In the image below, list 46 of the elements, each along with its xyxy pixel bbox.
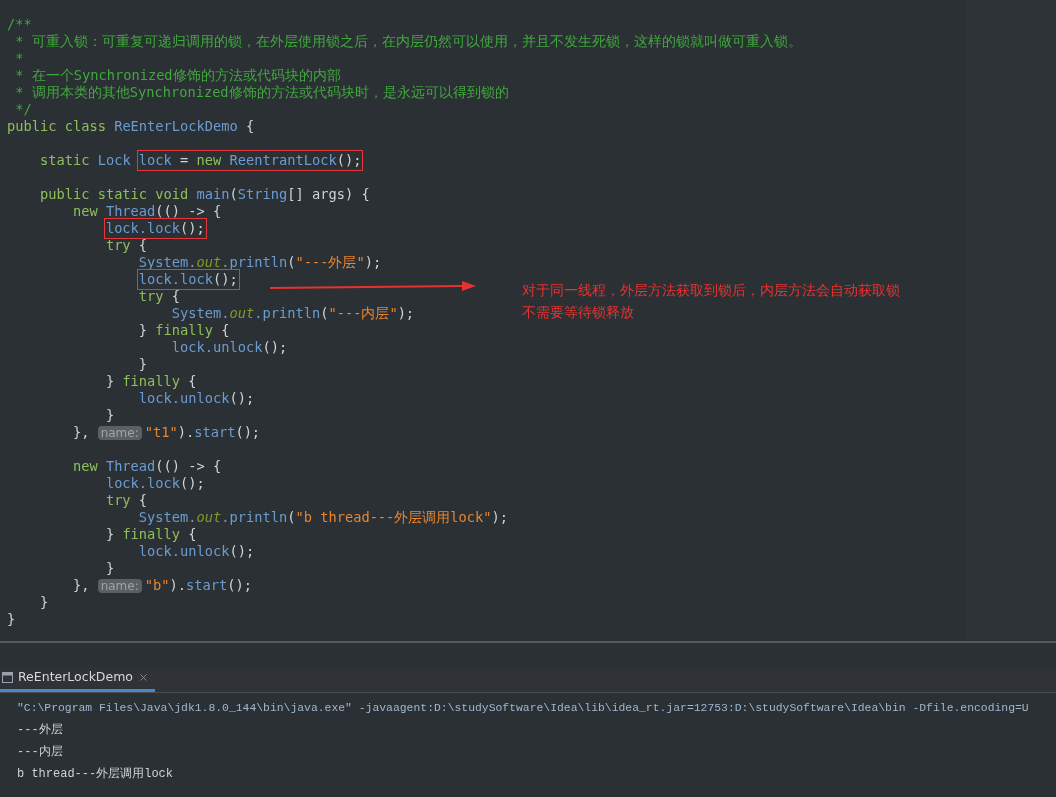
code-text: } finally { — [104, 373, 197, 390]
code-text: } finally { — [104, 526, 197, 543]
code-text: lock.unlock(); — [137, 390, 255, 407]
parameter-hint: name: — [97, 425, 142, 440]
console-line: b thread---外层调用lock — [17, 766, 175, 783]
console-icon — [2, 672, 13, 683]
code-text: } — [38, 594, 49, 611]
console-line: ---外层 — [17, 722, 64, 739]
highlight-box: lock = new ReentrantLock(); — [136, 150, 364, 171]
code-text: static Lock — [38, 152, 132, 169]
code-text: } — [7, 611, 16, 628]
code-text: try { — [104, 237, 148, 254]
code-text: lock.unlock(); — [170, 339, 288, 356]
code-text: }, — [71, 577, 91, 594]
code-text: try { — [137, 288, 181, 305]
code-text: System.out.println("---外层"); — [137, 254, 382, 271]
code-text: } — [104, 560, 115, 577]
code-text: System.out.println("b thread---外层调用lock"); — [137, 509, 509, 526]
code-text: * — [14, 50, 24, 67]
code-text: } finally { — [137, 322, 230, 339]
code-text: * 调用本类的其他Synchronized修饰的方法或代码块时，是永远可以得到锁的 — [14, 84, 509, 101]
code-text: lock.unlock(); — [137, 543, 255, 560]
highlight-box: lock.lock(); — [136, 269, 240, 290]
code-text: System.out.println("---内层"); — [170, 305, 415, 322]
console-line: "C:\Program Files\Java\jdk1.8.0_144\bin\java.exe" -javaagent:D:\studySoftware\Idea\lib\idea_rt.jar=12753:D:\studySoftware\Idea\bin -Dfile.encoding=U — [17, 701, 1030, 716]
annotation-text: 不需要等待锁释放 — [522, 303, 635, 322]
code-text: * 可重入锁：可重复可递归调用的锁，在外层使用锁之后，在内层仍然可以使用，并且不发生死锁，这样的锁就叫做可重入锁。 — [14, 33, 802, 50]
code-text: new Thread(() -> { — [71, 458, 222, 475]
code-text: */ — [14, 101, 32, 118]
close-icon[interactable] — [138, 672, 149, 683]
code-text: /** — [7, 16, 32, 33]
code-text: } — [137, 356, 148, 373]
annotation-text: 对于同一线程，外层方法获取到锁后，内层方法会自动获取锁 — [522, 281, 900, 300]
code-text: "b").start(); — [144, 577, 252, 594]
console-line: ---内层 — [17, 744, 64, 761]
code-text: }, — [71, 424, 91, 441]
code-text: "t1").start(); — [144, 424, 261, 441]
code-text: new Thread(() -> { — [71, 203, 222, 220]
code-text: try { — [104, 492, 148, 509]
code-text: public static void main(String[] args) { — [38, 186, 370, 203]
code-text: lock.lock(); — [104, 475, 205, 492]
parameter-hint: name: — [97, 578, 142, 593]
code-text: public class ReEnterLockDemo { — [7, 118, 255, 135]
highlight-box: lock.lock(); — [103, 218, 207, 239]
code-text: * 在一个Synchronized修饰的方法或代码块的内部 — [14, 67, 341, 84]
code-text: } — [104, 407, 115, 424]
